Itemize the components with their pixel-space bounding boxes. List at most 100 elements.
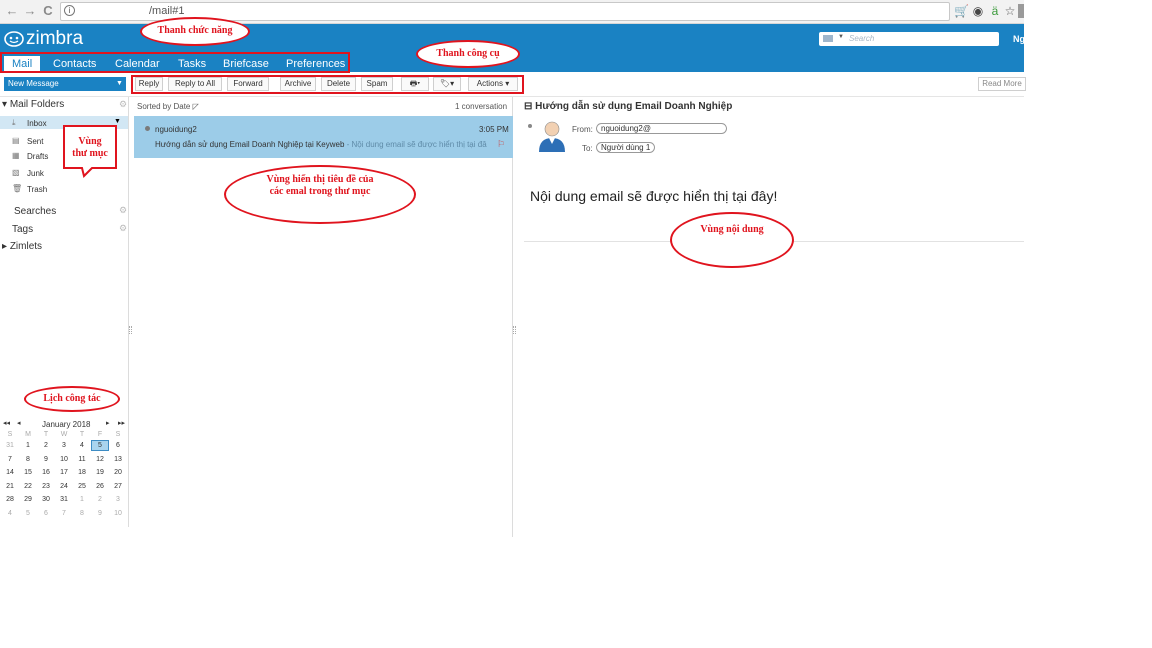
cart-extension-icon[interactable]: 🛒	[954, 4, 969, 18]
user-name[interactable]: Ng	[1013, 34, 1025, 44]
calendar-day[interactable]: 6	[109, 442, 127, 449]
calendar-day[interactable]: 8	[19, 456, 37, 463]
forward-icon[interactable]: →	[22, 3, 38, 19]
folder-trash[interactable]: Trash	[27, 185, 47, 194]
calendar-day[interactable]: 9	[37, 456, 55, 463]
inbox-icon: ⤓	[12, 118, 16, 127]
calendar-day[interactable]: 25	[73, 483, 91, 490]
calendar-day[interactable]: 10	[109, 510, 127, 517]
new-message-dropdown-icon[interactable]: ▼	[116, 77, 126, 91]
calendar-day[interactable]: 5	[19, 510, 37, 517]
calendar-day[interactable]: 23	[37, 483, 55, 490]
calendar-day[interactable]: 3	[109, 496, 127, 503]
calendar-day[interactable]: 16	[37, 469, 55, 476]
gear-icon[interactable]: ⚙	[119, 99, 127, 110]
searches-header[interactable]: Searches	[14, 206, 56, 217]
calendar-day[interactable]: 7	[55, 510, 73, 517]
calendar-day[interactable]: 5	[91, 440, 109, 451]
weekday-label: F	[97, 431, 103, 438]
app-logo[interactable]: zimbra	[26, 28, 83, 50]
url-text: /mail#1	[149, 5, 185, 17]
folder-drafts[interactable]: Drafts	[27, 152, 48, 161]
translate-extension-icon[interactable]: ä	[988, 4, 1002, 18]
junk-icon: ▧	[12, 168, 20, 177]
mini-calendar: S M T W T F S 31 1 2 3 4 5 6 7 8 9 10 11 12 13 14 15 16 17 18 19 20…	[0, 431, 128, 523]
calendar-day[interactable]: 15	[19, 469, 37, 476]
annotation-folder-line1: Vùng	[78, 136, 102, 147]
calendar-day[interactable]: 31	[55, 496, 73, 503]
gear-icon[interactable]: ⚙	[119, 223, 127, 234]
gear-icon[interactable]: ⚙	[119, 205, 127, 216]
calendar-day[interactable]: 29	[19, 496, 37, 503]
annotation-list-line2: các emal trong thư mục	[269, 186, 371, 197]
zimlets-label: Zimlets	[9, 241, 43, 252]
calendar-day[interactable]: 12	[91, 456, 109, 463]
weekday-label: T	[79, 431, 85, 438]
weekday-label: W	[60, 431, 68, 438]
calendar-day[interactable]: 11	[73, 456, 91, 463]
chevron-down-icon[interactable]: ▼	[838, 34, 844, 40]
calendar-day[interactable]: 1	[19, 442, 37, 449]
calendar-day[interactable]: 1	[73, 496, 91, 503]
calendar-day[interactable]: 6	[37, 510, 55, 517]
calendar-day[interactable]: 2	[91, 496, 109, 503]
pane-resize-handle[interactable]	[129, 326, 132, 334]
prev-year-icon[interactable]: ◂◂	[3, 419, 10, 427]
calendar-day[interactable]: 21	[1, 483, 19, 490]
next-year-icon[interactable]: ▸▸	[118, 419, 125, 427]
calendar-day[interactable]: 10	[55, 456, 73, 463]
from-address[interactable]: nguoidung2@	[596, 123, 727, 134]
to-address[interactable]: Người dùng 1	[596, 142, 656, 153]
calendar-day[interactable]: 8	[73, 510, 91, 517]
prev-month-icon[interactable]: ◂	[17, 419, 21, 427]
to-label: To:	[582, 144, 593, 153]
calendar-day[interactable]: 2	[37, 442, 55, 449]
calendar-day[interactable]: 17	[55, 469, 73, 476]
search-icon[interactable]: ⚲	[987, 31, 1000, 44]
bookmark-star-icon[interactable]: ☆	[1003, 4, 1017, 18]
new-message-button[interactable]: New Message	[4, 77, 126, 91]
info-icon[interactable]: i	[64, 5, 75, 16]
eye-extension-icon[interactable]: ◉	[971, 4, 985, 18]
calendar-day[interactable]: 19	[91, 469, 109, 476]
reading-title: ⊟ Hướng dẫn sử dụng Email Doanh Nghiệp	[524, 101, 733, 112]
calendar-day[interactable]: 7	[1, 456, 19, 463]
folder-sent[interactable]: Sent	[27, 137, 43, 146]
browser-menu-icon[interactable]	[1018, 4, 1024, 18]
calendar-day[interactable]: 30	[37, 496, 55, 503]
calendar-day[interactable]: 14	[1, 469, 19, 476]
pane-resize-handle[interactable]	[513, 326, 516, 334]
calendar-day[interactable]: 26	[91, 483, 109, 490]
annotation-folder-line2: thư mục	[72, 148, 108, 159]
calendar-day[interactable]: 27	[109, 483, 127, 490]
unread-dot-icon	[145, 126, 150, 131]
sort-control[interactable]: Sorted by Date ◸	[137, 102, 199, 111]
calendar-day[interactable]: 4	[1, 510, 19, 517]
calendar-day[interactable]: 18	[73, 469, 91, 476]
zimlets-header[interactable]: ▸ Zimlets	[2, 241, 42, 252]
list-item[interactable]	[134, 116, 513, 158]
folder-junk[interactable]: Junk	[27, 169, 44, 178]
mail-folders-header[interactable]: ▾ Mail Folders	[2, 99, 64, 110]
annotation-folder-text: Vùng thư mục	[62, 136, 118, 160]
calendar-day[interactable]: 9	[91, 510, 109, 517]
calendar-day[interactable]: 28	[1, 496, 19, 503]
next-month-icon[interactable]: ▸	[106, 419, 110, 427]
calendar-day[interactable]: 20	[109, 469, 127, 476]
read-more-button[interactable]: Read More	[978, 77, 1026, 91]
tags-header[interactable]: Tags	[12, 224, 33, 235]
calendar-day[interactable]: 24	[55, 483, 73, 490]
flag-icon[interactable]: ⚐	[497, 139, 505, 150]
annotation-calendar-text: Lịch công tác	[43, 393, 101, 404]
reload-icon[interactable]: C	[40, 3, 56, 19]
search-input[interactable]: Search	[819, 32, 999, 46]
calendar-day[interactable]: 4	[73, 442, 91, 449]
calendar-day[interactable]: 3	[55, 442, 73, 449]
back-icon[interactable]: ←	[4, 3, 20, 19]
calendar-day[interactable]: 13	[109, 456, 127, 463]
calendar-day[interactable]: 31	[1, 442, 19, 449]
calendar-day[interactable]: 22	[19, 483, 37, 490]
calendar-month[interactable]: January 2018	[42, 420, 90, 429]
folder-inbox-label: Inbox	[27, 119, 47, 128]
mail-search-type-icon[interactable]	[823, 35, 833, 42]
